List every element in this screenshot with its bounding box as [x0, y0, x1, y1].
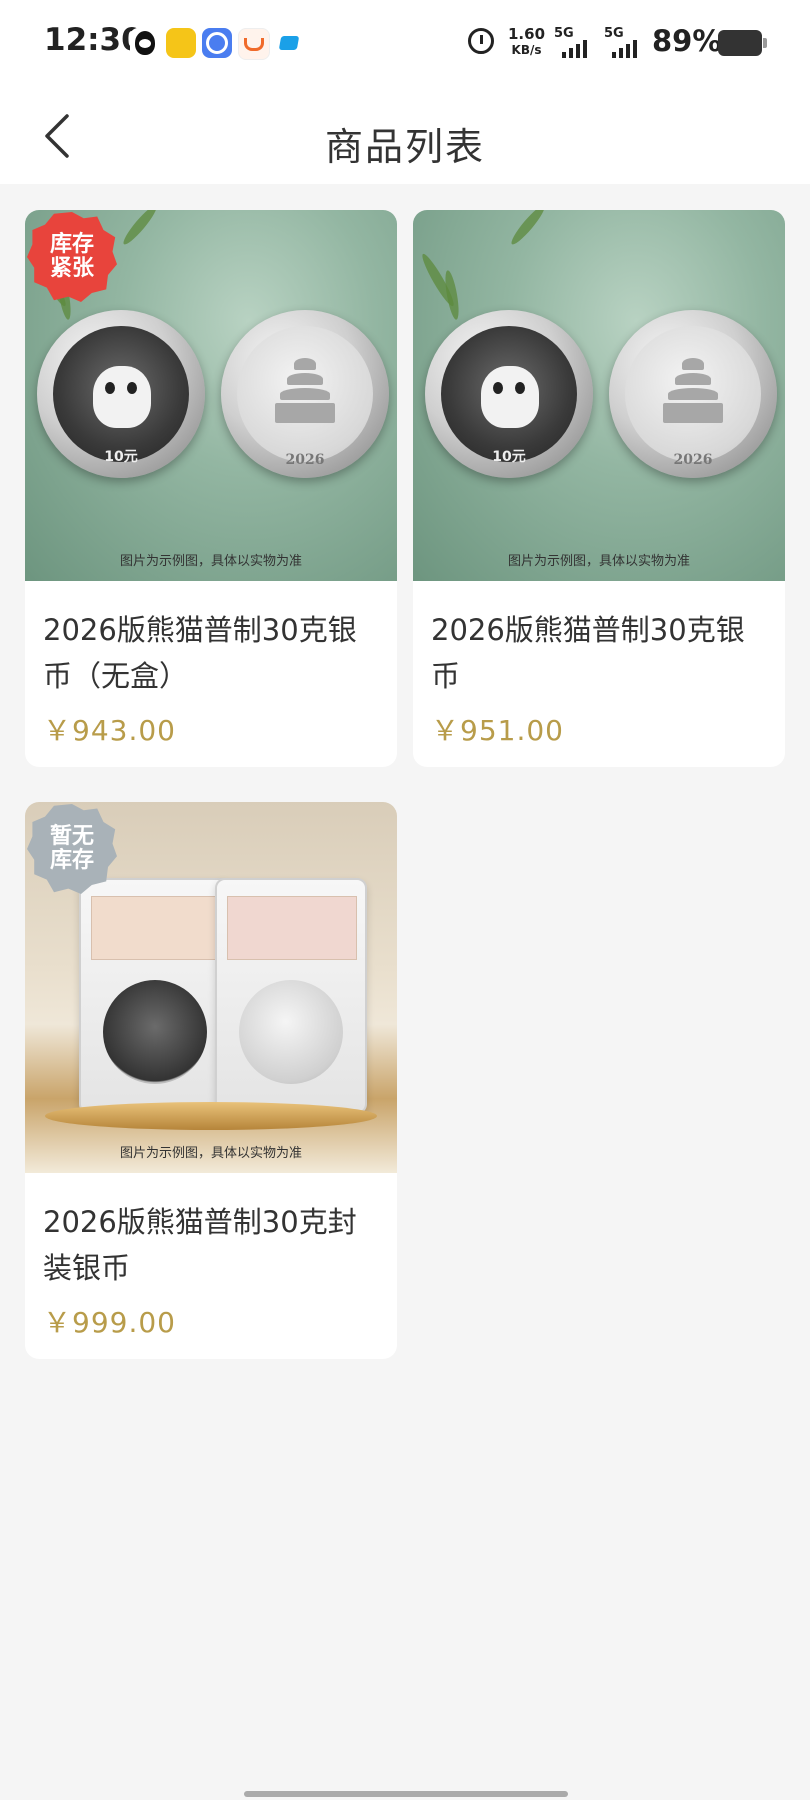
signal-bars-icon: [562, 40, 587, 58]
coin-obverse-image: 10元: [37, 310, 205, 478]
home-indicator[interactable]: [244, 1791, 568, 1797]
browser-app-icon: [202, 28, 232, 58]
coin-denomination: 10元: [104, 449, 138, 465]
coin-reverse-image: 2026: [609, 310, 777, 478]
display-stand-image: [45, 1102, 377, 1130]
network-speed-unit: KB/s: [511, 43, 542, 57]
network-speed-value: 1.60: [508, 25, 546, 43]
product-card[interactable]: 暂无 库存 图片为示例图，具体以实物为准 2026版熊猫普制30克封装银币 ￥99…: [25, 802, 397, 1359]
gold-app-icon: [166, 28, 196, 58]
product-title[interactable]: 2026版熊猫普制30克银币（无盒）: [43, 607, 379, 699]
stock-badge: 库存 紧张: [27, 212, 117, 302]
product-image[interactable]: 10元 2026 库存 紧张 图片为示例图，具体以实物为准: [25, 210, 397, 581]
coin-denomination: 10元: [492, 449, 526, 465]
battery-icon: [718, 30, 767, 56]
image-caption: 图片为示例图，具体以实物为准: [507, 554, 690, 569]
product-image[interactable]: 暂无 库存 图片为示例图，具体以实物为准: [25, 802, 397, 1173]
slab-obverse-image: [79, 878, 231, 1114]
signal-bars-icon: [612, 40, 637, 58]
image-caption: 图片为示例图，具体以实物为准: [119, 1146, 302, 1161]
image-caption: 图片为示例图，具体以实物为准: [119, 554, 302, 569]
product-price: ￥943.00: [43, 714, 176, 747]
signal-label: 5G: [604, 26, 624, 41]
product-title[interactable]: 2026版熊猫普制30克银币: [431, 607, 767, 699]
signal-strength-1: 5G: [554, 26, 598, 58]
product-image[interactable]: 10元 2026 图片为示例图，具体以实物为准: [413, 210, 785, 581]
product-price: ￥951.00: [431, 714, 564, 747]
signal-strength-2: 5G: [604, 26, 648, 58]
shopping-app-icon: [238, 28, 270, 60]
qq-icon: [130, 28, 160, 58]
product-info: 2026版熊猫普制30克封装银币 ￥999.00: [25, 1173, 397, 1359]
product-card[interactable]: 10元 2026 图片为示例图，具体以实物为准 2026版熊猫普制30克银币 ￥…: [413, 210, 785, 767]
nav-bar: 商品列表: [0, 88, 810, 184]
status-time: 12:30: [44, 22, 143, 58]
page-title: 商品列表: [324, 125, 485, 169]
product-info: 2026版熊猫普制30克银币（无盒） ￥943.00: [25, 581, 397, 767]
battery-percentage: 89%: [652, 24, 722, 58]
product-title[interactable]: 2026版熊猫普制30克封装银币: [43, 1199, 379, 1291]
product-price: ￥999.00: [43, 1306, 176, 1339]
stock-badge: 暂无 库存: [27, 804, 117, 894]
coin-obverse-image: 10元: [425, 310, 593, 478]
status-bar: 12:30 1.60 KB/s 5G 5G 89%: [0, 0, 810, 88]
coin-reverse-image: 2026: [221, 310, 389, 478]
slab-reverse-image: [215, 878, 367, 1114]
coin-year: 2026: [285, 452, 325, 468]
coin-year: 2026: [673, 452, 713, 468]
network-speed: 1.60 KB/s: [508, 26, 545, 58]
alarm-icon: [468, 28, 494, 54]
product-info: 2026版熊猫普制30克银币 ￥951.00: [413, 581, 785, 767]
signal-label: 5G: [554, 26, 574, 41]
product-card[interactable]: 10元 2026 库存 紧张 图片为示例图，具体以实物为准 2026版熊猫普制30…: [25, 210, 397, 767]
cloud-app-icon: [274, 28, 304, 58]
